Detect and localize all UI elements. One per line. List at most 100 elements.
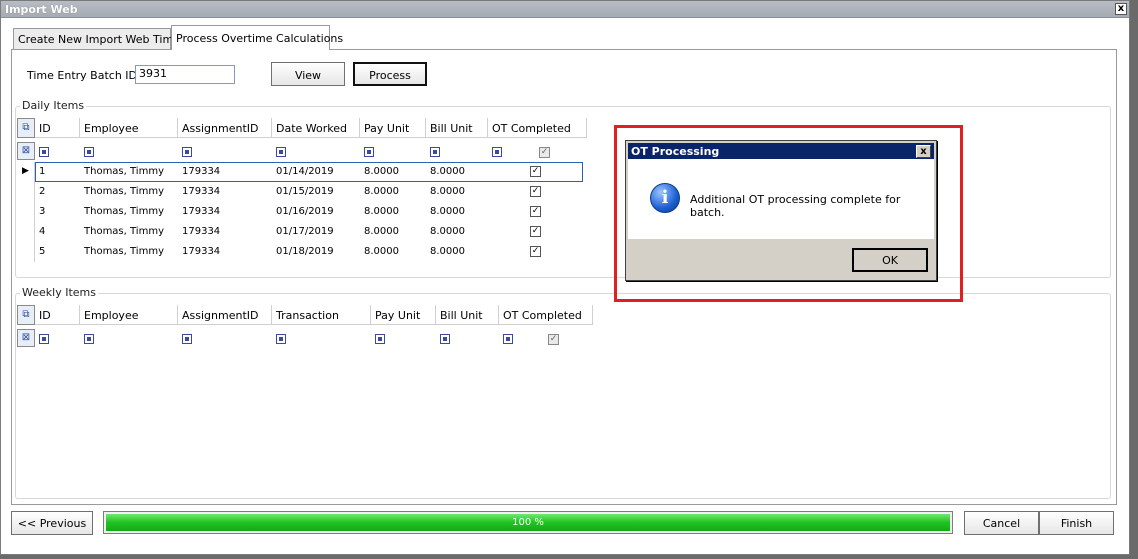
column-header-employee[interactable]: Employee — [80, 305, 178, 325]
cell-employee: Thomas, Timmy — [84, 186, 164, 197]
row-selector[interactable] — [17, 242, 35, 262]
cell-date-worked: 01/17/2019 — [276, 226, 334, 237]
ot-completed-checkbox[interactable]: ✓ — [530, 246, 541, 257]
column-header-assignment-id[interactable]: AssignmentID — [178, 118, 272, 138]
column-chooser-icon[interactable]: ⧉ — [17, 118, 35, 138]
previous-button[interactable]: << Previous — [11, 511, 93, 535]
filter-id-icon[interactable] — [39, 334, 49, 344]
table-row[interactable]: 4 Thomas, Timmy 179334 01/17/2019 8.0000 8.00… — [17, 222, 587, 242]
cell-assignment-id: 179334 — [182, 206, 221, 217]
filter-transaction-icon[interactable] — [276, 334, 286, 344]
cancel-button[interactable]: Cancel — [964, 511, 1039, 535]
column-header-date-worked[interactable]: Date Worked — [272, 118, 360, 138]
filter-date-worked-icon[interactable] — [276, 147, 286, 157]
tab-label: Process Overtime Calculations — [176, 32, 344, 45]
tab-create-new-import-web-time[interactable]: Create New Import Web Time — [13, 28, 180, 49]
column-header-bill-unit[interactable]: Bill Unit — [436, 305, 499, 325]
column-header-ot-completed[interactable]: OT Completed — [499, 305, 593, 325]
cell-pay-unit: 8.0000 — [364, 186, 399, 197]
column-header-ot-completed[interactable]: OT Completed — [488, 118, 587, 138]
cell-id: 4 — [39, 226, 46, 237]
cell-bill-unit: 8.0000 — [430, 206, 465, 217]
cell-pay-unit: 8.0000 — [364, 246, 399, 257]
cell-id: 5 — [39, 246, 46, 257]
table-row[interactable]: 5 Thomas, Timmy 179334 01/18/2019 8.0000 8.00… — [17, 242, 587, 262]
ot-completed-checkbox[interactable]: ✓ — [530, 166, 541, 177]
tab-process-overtime-calculations[interactable]: Process Overtime Calculations — [171, 25, 343, 50]
cell-employee: Thomas, Timmy — [84, 246, 164, 257]
cell-bill-unit: 8.0000 — [430, 226, 465, 237]
weekly-items-title: Weekly Items — [20, 286, 98, 299]
clear-filter-icon[interactable]: ⊠ — [17, 329, 35, 347]
cell-pay-unit: 8.0000 — [364, 206, 399, 217]
cell-assignment-id: 179334 — [182, 166, 221, 177]
daily-items-title: Daily Items — [20, 99, 87, 112]
column-header-transaction[interactable]: Transaction — [272, 305, 371, 325]
column-header-id[interactable]: ID — [35, 305, 80, 325]
row-selector[interactable] — [17, 202, 35, 222]
ot-completed-checkbox[interactable]: ✓ — [530, 186, 541, 197]
progress-bar: 100 % — [103, 511, 953, 534]
cell-bill-unit: 8.0000 — [430, 246, 465, 257]
cell-bill-unit: 8.0000 — [430, 186, 465, 197]
filter-pay-unit-icon[interactable] — [364, 147, 374, 157]
window-title: Import Web — [5, 3, 78, 16]
cell-employee: Thomas, Timmy — [84, 166, 164, 177]
cell-employee: Thomas, Timmy — [84, 226, 164, 237]
cell-date-worked: 01/16/2019 — [276, 206, 334, 217]
progress-text: 100 % — [512, 517, 544, 528]
batch-id-input[interactable]: 3931 — [135, 65, 235, 84]
cell-bill-unit: 8.0000 — [430, 166, 465, 177]
cell-id: 2 — [39, 186, 46, 197]
cell-pay-unit: 8.0000 — [364, 166, 399, 177]
filter-ot-completed-checkbox[interactable]: ✓ — [548, 334, 559, 345]
cell-assignment-id: 179334 — [182, 186, 221, 197]
batch-id-label: Time Entry Batch ID: — [27, 69, 141, 82]
column-header-bill-unit[interactable]: Bill Unit — [426, 118, 488, 138]
column-header-pay-unit[interactable]: Pay Unit — [360, 118, 426, 138]
table-row[interactable]: 3 Thomas, Timmy 179334 01/16/2019 8.0000 8.00… — [17, 202, 587, 222]
filter-ot-completed-icon[interactable] — [492, 147, 502, 157]
tab-label: Create New Import Web Time — [18, 33, 180, 46]
ot-completed-checkbox[interactable]: ✓ — [530, 226, 541, 237]
cell-assignment-id: 179334 — [182, 246, 221, 257]
weekly-items-grid: ⧉ ID Employee AssignmentID Transaction P… — [17, 305, 593, 351]
filter-assignment-id-icon[interactable] — [182, 147, 192, 157]
current-row-icon[interactable]: ▶ — [17, 162, 35, 182]
column-header-pay-unit[interactable]: Pay Unit — [371, 305, 436, 325]
cell-assignment-id: 179334 — [182, 226, 221, 237]
filter-bill-unit-icon[interactable] — [430, 147, 440, 157]
filter-ot-completed-checkbox[interactable]: ✓ — [539, 147, 550, 158]
column-chooser-icon[interactable]: ⧉ — [17, 305, 35, 325]
row-selector[interactable] — [17, 222, 35, 242]
finish-button[interactable]: Finish — [1039, 511, 1114, 535]
column-header-employee[interactable]: Employee — [80, 118, 178, 138]
filter-assignment-id-icon[interactable] — [182, 334, 192, 344]
column-header-assignment-id[interactable]: AssignmentID — [178, 305, 272, 325]
filter-bill-unit-icon[interactable] — [440, 334, 450, 344]
filter-pay-unit-icon[interactable] — [375, 334, 385, 344]
weekly-header-row: ID Employee AssignmentID Transaction Pay… — [35, 305, 593, 325]
daily-header-row: ID Employee AssignmentID Date Worked Pay… — [35, 118, 587, 138]
view-button[interactable]: View — [271, 62, 345, 86]
process-button[interactable]: Process — [353, 62, 427, 86]
highlight-box — [614, 125, 963, 302]
cell-date-worked: 01/18/2019 — [276, 246, 334, 257]
daily-items-grid: ⧉ ID Employee AssignmentID Date Worked P… — [17, 118, 587, 263]
table-row[interactable]: 2 Thomas, Timmy 179334 01/15/2019 8.0000 8.00… — [17, 182, 587, 202]
window-close-icon[interactable]: x — [1115, 3, 1127, 15]
cell-id: 1 — [39, 166, 46, 177]
filter-employee-icon[interactable] — [84, 334, 94, 344]
cell-date-worked: 01/14/2019 — [276, 166, 334, 177]
table-row[interactable]: ▶ 1 Thomas, Timmy 179334 01/14/2019 8.0000 8.0… — [17, 162, 587, 182]
clear-filter-icon[interactable]: ⊠ — [17, 142, 35, 160]
filter-employee-icon[interactable] — [84, 147, 94, 157]
daily-filter-row: ⊠ ✓ — [17, 142, 587, 162]
filter-id-icon[interactable] — [39, 147, 49, 157]
column-header-id[interactable]: ID — [35, 118, 80, 138]
cell-pay-unit: 8.0000 — [364, 226, 399, 237]
weekly-filter-row: ⊠ ✓ — [17, 329, 593, 349]
row-selector[interactable] — [17, 182, 35, 202]
ot-completed-checkbox[interactable]: ✓ — [530, 206, 541, 217]
filter-ot-completed-icon[interactable] — [503, 334, 513, 344]
